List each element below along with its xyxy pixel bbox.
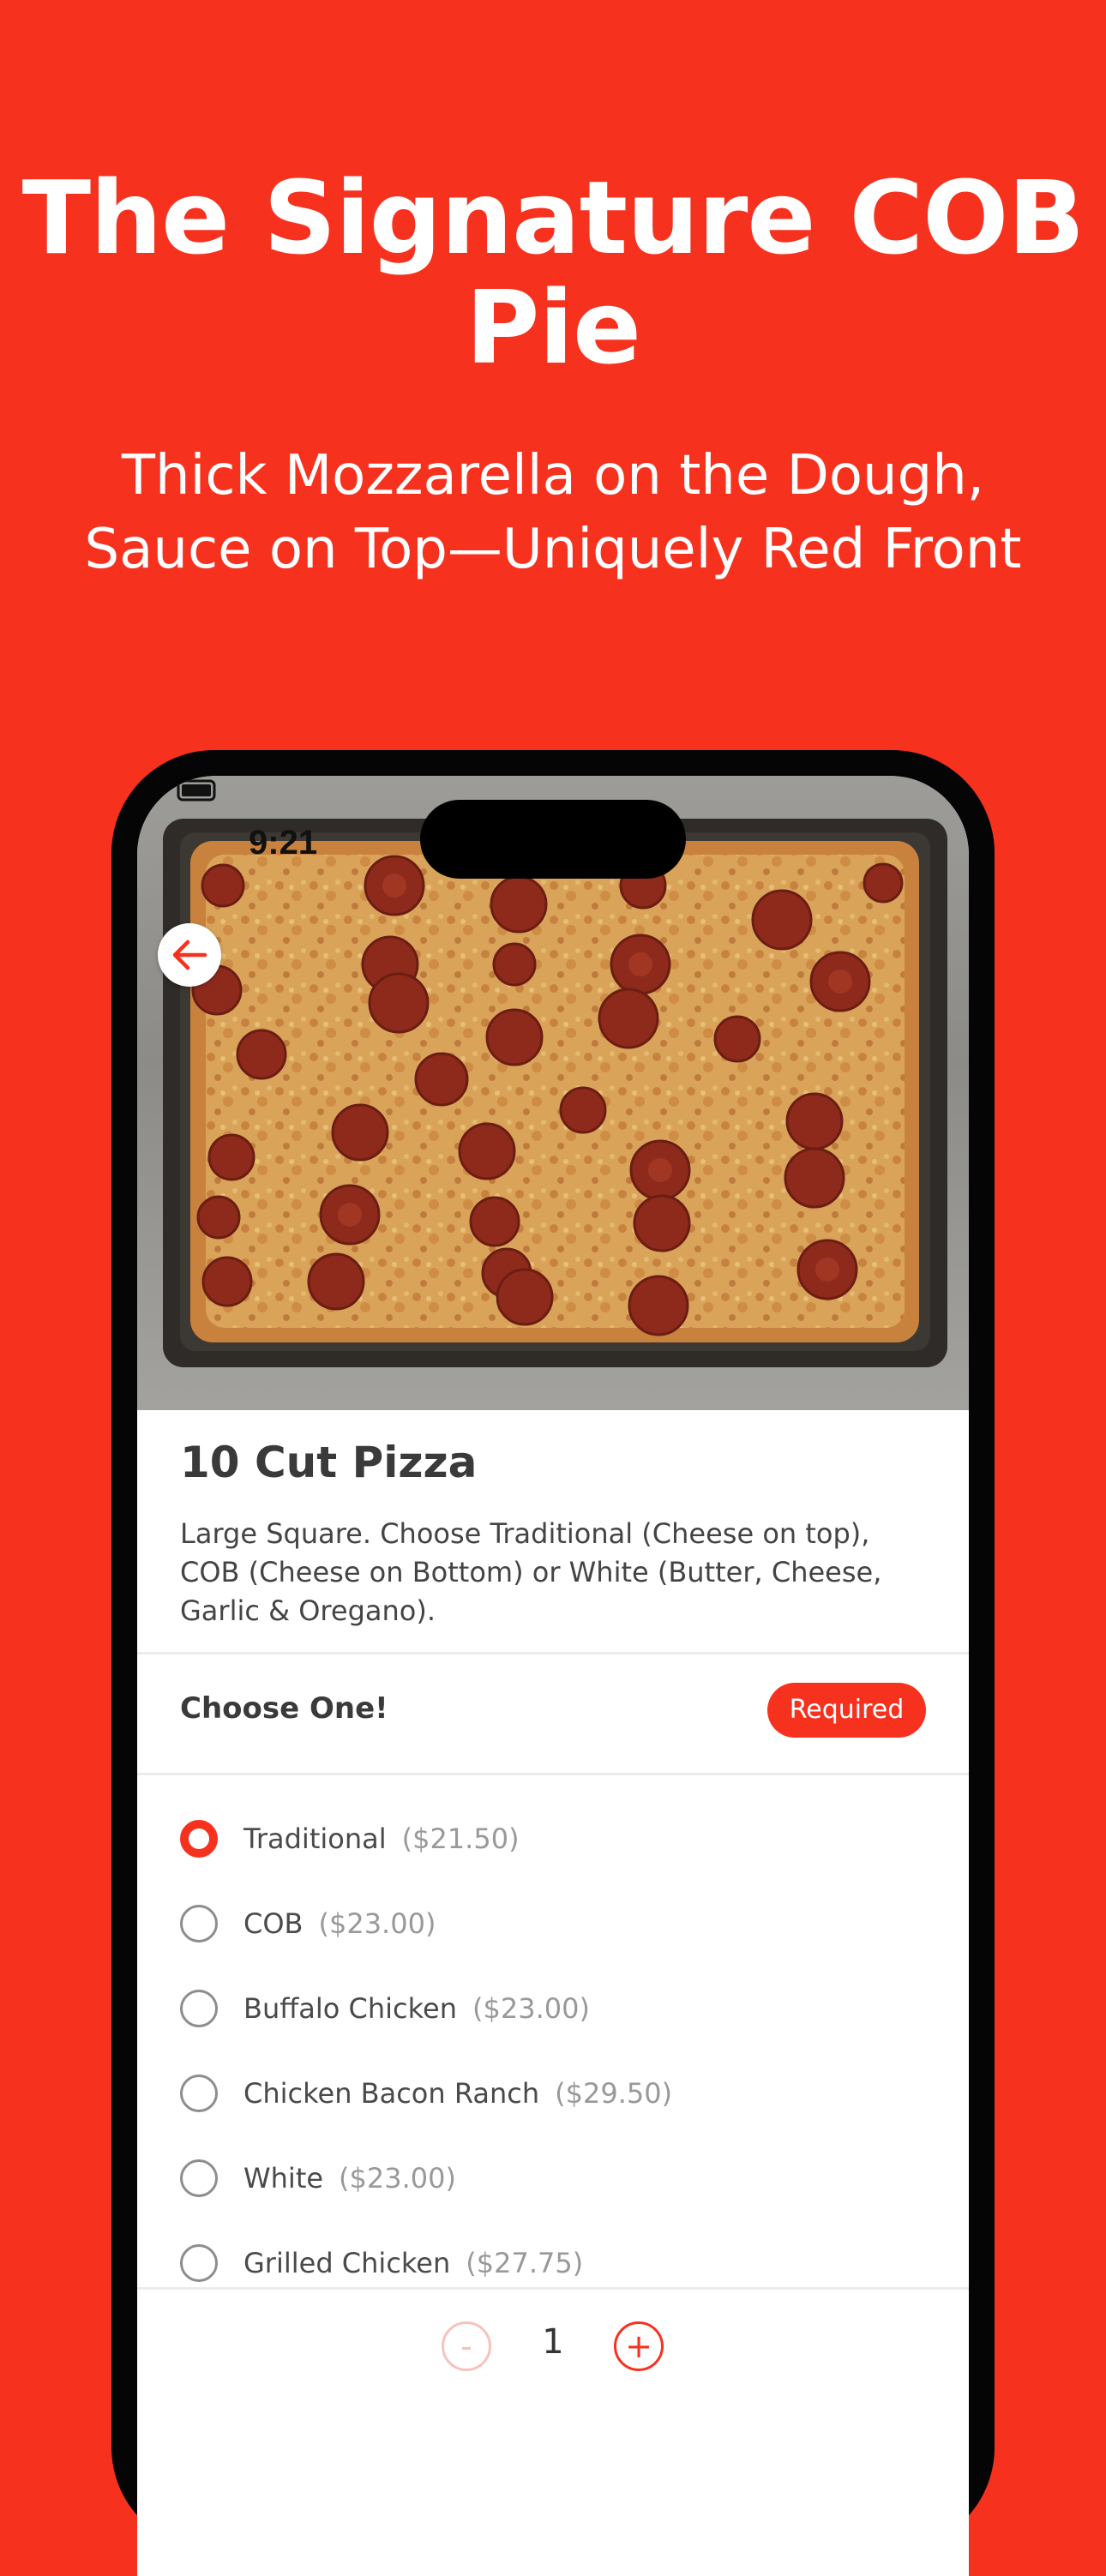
promo-headline-line1: The Signature COB xyxy=(21,159,1085,277)
option-name: COB xyxy=(243,1907,304,1940)
quantity-value: 1 xyxy=(542,2322,564,2362)
radio-unselected-icon[interactable] xyxy=(180,1990,218,2027)
item-photo: 9:21 xyxy=(137,776,969,1410)
increase-quantity-button[interactable]: + xyxy=(614,2321,664,2371)
option-grilled-chicken[interactable]: Grilled Chicken ($27.75) xyxy=(180,2237,917,2289)
promo-subhead: Thick Mozzarella on the Dough, Sauce on … xyxy=(0,439,1106,586)
promo-headline: The Signature COB Pie xyxy=(0,163,1106,382)
option-name: Grilled Chicken xyxy=(243,2247,451,2279)
option-name: Traditional xyxy=(243,1822,387,1855)
divider xyxy=(137,1652,969,1654)
option-name: Chicken Bacon Ranch xyxy=(243,2077,540,2110)
required-badge: Required xyxy=(767,1683,926,1738)
option-chicken-bacon-ranch[interactable]: Chicken Bacon Ranch ($29.50) xyxy=(180,2068,917,2119)
divider xyxy=(137,1773,969,1775)
option-price: ($23.00) xyxy=(472,1992,590,2025)
status-time: 9:21 xyxy=(249,824,318,862)
radio-unselected-icon[interactable] xyxy=(180,2075,218,2112)
promo-subhead-line2: Sauce on Top—Uniquely Red Front xyxy=(84,518,1022,581)
item-title: 10 Cut Pizza xyxy=(180,1438,478,1487)
option-price: ($29.50) xyxy=(555,2077,673,2110)
dynamic-island xyxy=(420,800,686,879)
arrow-left-icon xyxy=(172,940,207,970)
promo-headline-line2: Pie xyxy=(466,268,641,387)
item-description: Large Square. Choose Traditional (Cheese… xyxy=(180,1517,882,1627)
option-price: ($23.00) xyxy=(339,2162,456,2195)
choice-group-label: Choose One! xyxy=(180,1691,388,1726)
radio-unselected-icon[interactable] xyxy=(180,1905,218,1943)
option-white[interactable]: White ($23.00) xyxy=(180,2153,917,2204)
option-cob[interactable]: COB ($23.00) xyxy=(180,1898,917,1949)
phone-screen: 9:21 10 Cut Pizza Large Square. Choose T… xyxy=(137,776,969,2576)
option-traditional[interactable]: Traditional ($21.50) xyxy=(180,1813,917,1864)
option-buffalo-chicken[interactable]: Buffalo Chicken ($23.00) xyxy=(180,1983,917,2034)
option-price: ($21.50) xyxy=(401,1822,520,1855)
option-price: ($27.75) xyxy=(466,2247,584,2279)
decrease-quantity-button[interactable]: - xyxy=(442,2321,491,2371)
radio-selected-icon[interactable] xyxy=(180,1820,218,1858)
wifi-icon xyxy=(141,780,168,802)
option-price: ($23.00) xyxy=(318,1907,436,1940)
option-name: White xyxy=(243,2162,324,2195)
option-name: Buffalo Chicken xyxy=(243,1992,457,2025)
back-button[interactable] xyxy=(158,923,221,987)
quantity-bar: - 1 + xyxy=(137,2287,969,2576)
promo-subhead-line1: Thick Mozzarella on the Dough, xyxy=(121,444,985,507)
status-icons xyxy=(141,779,216,802)
phone-frame: 9:21 10 Cut Pizza Large Square. Choose T… xyxy=(111,750,995,2576)
radio-unselected-icon[interactable] xyxy=(180,2244,218,2282)
radio-unselected-icon[interactable] xyxy=(180,2159,218,2197)
